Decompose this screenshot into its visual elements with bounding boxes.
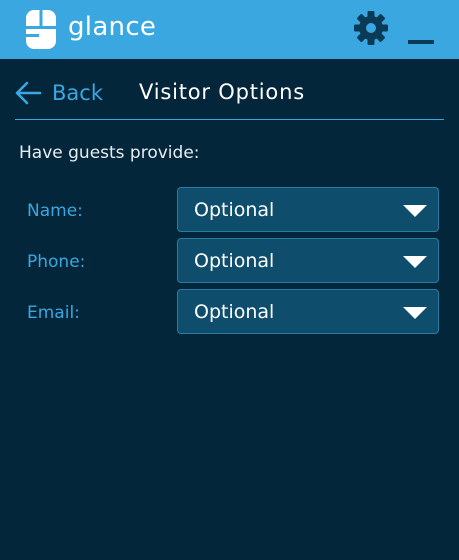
name-label: Name:: [27, 201, 83, 221]
arrow-left-icon: [15, 81, 42, 105]
app-name: glance: [68, 12, 157, 42]
email-select[interactable]: Optional: [177, 289, 439, 334]
name-select-value: Optional: [194, 199, 275, 221]
phone-label: Phone:: [27, 252, 86, 272]
email-select-value: Optional: [194, 301, 275, 323]
phone-select-value: Optional: [194, 250, 275, 272]
minimize-button[interactable]: [406, 23, 436, 47]
caret-down-icon: [403, 256, 427, 268]
visitor-options-window: glance Back Visitor Options Have guests …: [0, 0, 459, 560]
email-label: Email:: [27, 303, 80, 323]
caret-down-icon: [403, 307, 427, 319]
back-label: Back: [52, 81, 103, 105]
name-select[interactable]: Optional: [177, 187, 439, 232]
page-title: Visitor Options: [139, 80, 305, 104]
gear-icon[interactable]: [353, 10, 389, 46]
minimize-icon: [408, 40, 434, 44]
section-heading: Have guests provide:: [19, 143, 200, 163]
phone-select[interactable]: Optional: [177, 238, 439, 283]
title-bar: glance: [0, 0, 459, 59]
back-button[interactable]: Back: [14, 78, 103, 108]
glance-logo-icon: [26, 10, 56, 49]
header-divider: [15, 119, 444, 120]
caret-down-icon: [403, 205, 427, 217]
